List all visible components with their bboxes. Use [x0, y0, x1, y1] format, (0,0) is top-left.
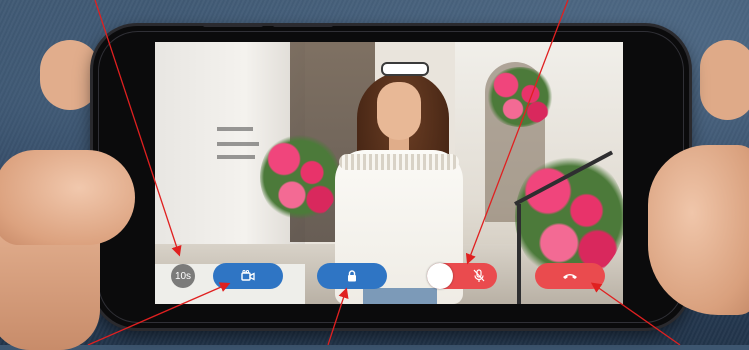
- callout-unlock: [327, 287, 349, 345]
- callout-hangup: [590, 282, 681, 345]
- callout-mic: [465, 0, 569, 265]
- callout-timer: [94, 0, 182, 257]
- callout-record: [87, 282, 231, 345]
- callout-lines: [87, 0, 681, 345]
